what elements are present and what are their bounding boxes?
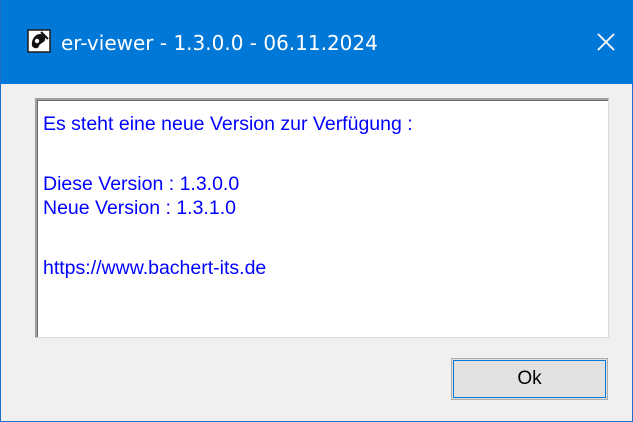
current-version-text: Diese Version : 1.3.0.0 [43,173,240,195]
window-title: er-viewer - 1.3.0.0 - 06.11.2024 [61,31,378,55]
close-icon [597,33,615,51]
close-button[interactable] [584,20,628,64]
title-bar[interactable]: er-viewer - 1.3.0.0 - 06.11.2024 [1,0,633,84]
ok-button-label: Ok [517,368,542,389]
viewer-app-icon [27,29,51,53]
new-version-text: Neue Version : 1.3.1.0 [43,197,236,219]
message-textbox[interactable]: Es steht eine neue Version zur Verfügung… [35,98,609,338]
ok-button[interactable]: Ok [451,358,608,400]
website-link[interactable]: https://www.bachert-its.de [43,256,266,280]
update-available-text: Es steht eine neue Version zur Verfügung… [43,113,413,135]
dialog-window: er-viewer - 1.3.0.0 - 06.11.2024 Es steh… [0,0,633,422]
